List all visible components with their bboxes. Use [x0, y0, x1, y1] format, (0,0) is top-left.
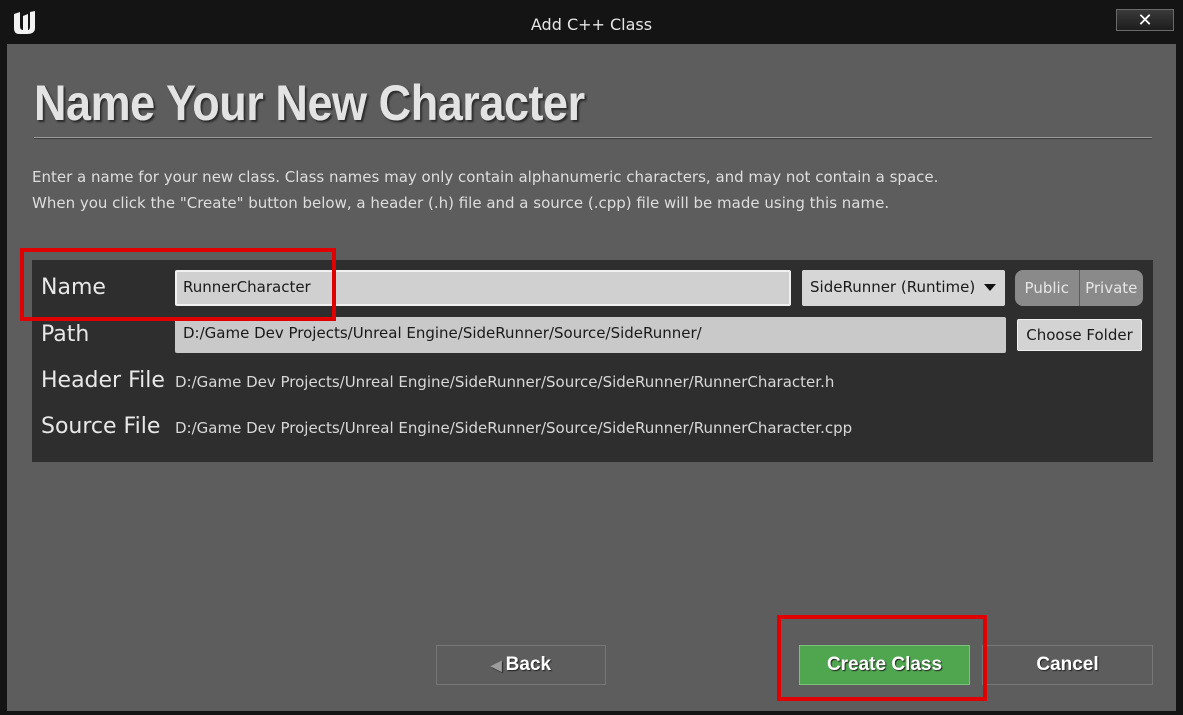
page-title: Name Your New Character: [34, 75, 585, 131]
name-field-highlight-box: [20, 248, 336, 321]
visibility-toggle: Public Private: [1015, 270, 1143, 306]
back-button[interactable]: ◀ Back: [436, 645, 606, 685]
add-class-dialog: Name Your New Character Enter a name for…: [7, 44, 1176, 711]
description-line-1: Enter a name for your new class. Class n…: [32, 168, 939, 186]
heading-divider: [34, 137, 1152, 139]
choose-folder-button[interactable]: Choose Folder: [1017, 319, 1142, 351]
header-file-label: Header File: [41, 368, 165, 393]
create-button-highlight-box: [777, 615, 987, 701]
path-label: Path: [41, 322, 90, 347]
path-input[interactable]: D:/Game Dev Projects/Unreal Engine/SideR…: [175, 317, 1006, 353]
header-file-path: D:/Game Dev Projects/Unreal Engine/SideR…: [175, 373, 835, 391]
title-bar: Add C++ Class ✕: [0, 0, 1183, 44]
module-dropdown-value: SideRunner (Runtime): [810, 278, 976, 296]
private-toggle-button[interactable]: Private: [1080, 270, 1144, 306]
source-file-path: D:/Game Dev Projects/Unreal Engine/SideR…: [175, 419, 853, 437]
public-toggle-button[interactable]: Public: [1015, 270, 1079, 306]
cancel-button[interactable]: Cancel: [982, 645, 1153, 685]
dropdown-arrow-icon: [984, 284, 996, 291]
description-line-2: When you click the "Create" button below…: [32, 194, 890, 212]
back-button-label: Back: [505, 654, 552, 675]
close-icon: ✕: [1137, 9, 1153, 31]
source-file-label: Source File: [41, 414, 161, 439]
close-button[interactable]: ✕: [1116, 9, 1174, 31]
window-title: Add C++ Class: [530, 15, 653, 34]
back-arrow-icon: ◀: [490, 656, 502, 673]
module-dropdown[interactable]: SideRunner (Runtime): [802, 270, 1005, 306]
